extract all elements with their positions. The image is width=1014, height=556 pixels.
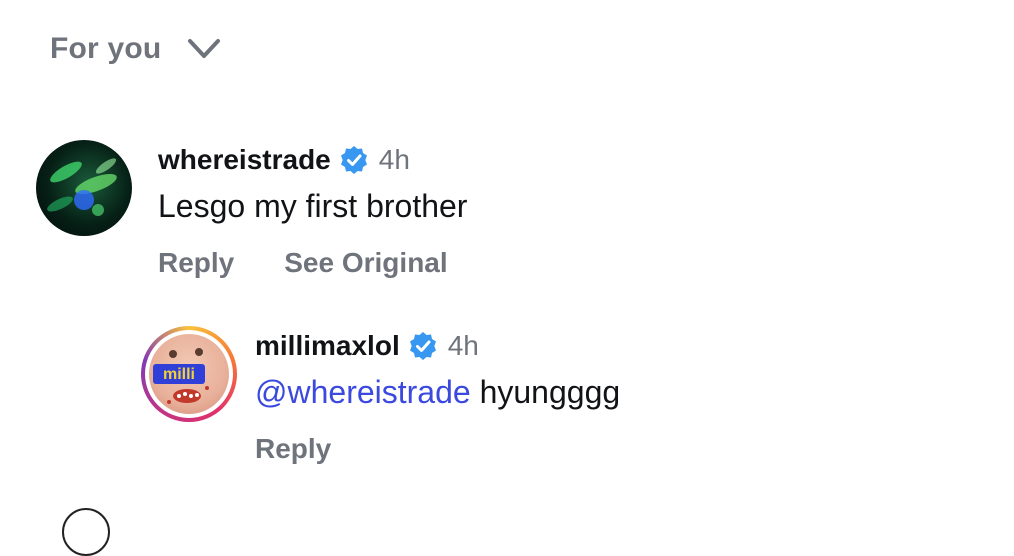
verified-badge-icon [409, 332, 436, 360]
comment-item: whereistrade 4h Lesgo my first brother R… [36, 140, 498, 279]
avatar-image: milli [153, 348, 209, 404]
comment-text: @whereistrade hyungggg [255, 374, 620, 411]
mention-link[interactable]: @whereistrade [255, 374, 471, 410]
avatar-logo-text: milli [163, 366, 195, 383]
avatar-image [47, 158, 117, 216]
story-ring[interactable]: milli [141, 326, 237, 422]
reply-button[interactable]: Reply [158, 247, 234, 279]
reply-comment-item: milli millimaxlol 4h @whereistrade hyung… [141, 326, 620, 465]
see-original-button[interactable]: See Original [284, 247, 447, 279]
sort-dropdown[interactable]: For you [50, 32, 221, 66]
chevron-down-icon [188, 39, 221, 58]
sort-label: For you [50, 32, 162, 65]
timestamp: 4h [378, 144, 410, 175]
next-avatar-peek [62, 508, 110, 556]
comment-text: Lesgo my first brother [158, 188, 468, 224]
avatar[interactable] [36, 140, 132, 236]
timestamp: 4h [447, 330, 479, 361]
reply-button[interactable]: Reply [255, 433, 331, 465]
avatar: milli [149, 334, 229, 414]
username[interactable]: whereistrade [158, 144, 331, 176]
verified-badge-icon [340, 146, 367, 174]
comment-body: hyungggg [470, 374, 621, 410]
username[interactable]: millimaxlol [255, 330, 400, 362]
